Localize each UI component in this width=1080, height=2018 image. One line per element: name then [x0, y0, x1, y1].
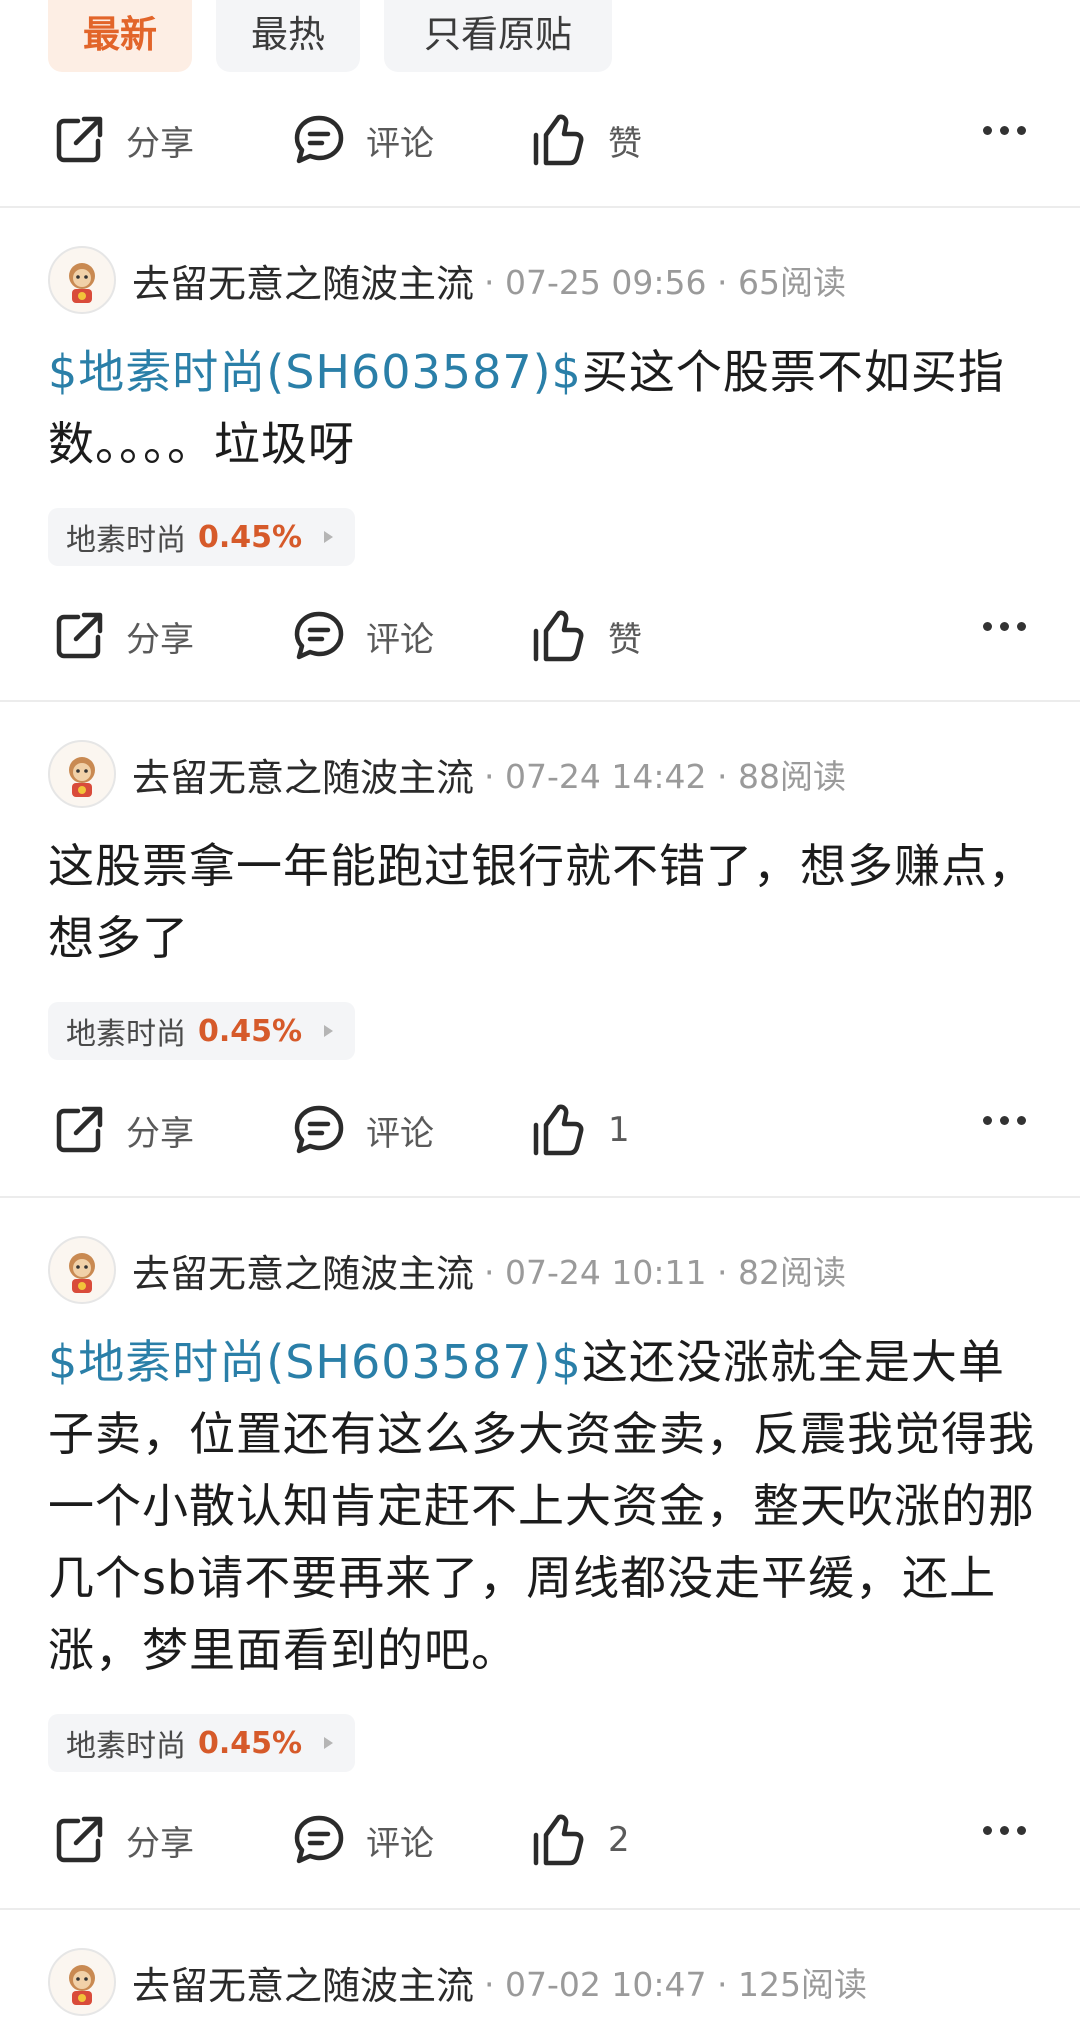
share-label: 分享	[126, 123, 194, 164]
action-bar: 分享 评论 1	[0, 1090, 1080, 1170]
play-arrow-icon	[324, 531, 334, 543]
divider	[0, 700, 1080, 702]
stock-link[interactable]: $地素时尚(SH603587)$	[48, 1335, 582, 1389]
comment-label: 评论	[366, 1113, 434, 1154]
comment-icon	[294, 115, 344, 164]
share-icon	[56, 1816, 103, 1863]
post-time: 07-25 09:56	[505, 263, 707, 302]
more-options-icon[interactable]	[983, 622, 1026, 631]
avatar[interactable]	[48, 740, 116, 808]
more-options-icon[interactable]	[983, 1116, 1026, 1125]
like-count: 赞	[608, 619, 642, 660]
share-label: 分享	[126, 1113, 194, 1154]
comment-label: 评论	[366, 123, 434, 164]
share-button[interactable]: 分享	[52, 596, 194, 676]
post-content: 这股票拿一年能跑过银行就不错了，想多赚点，想多了	[48, 830, 1038, 974]
share-button[interactable]: 分享	[52, 100, 194, 180]
play-arrow-icon	[324, 1025, 334, 1037]
stock-chip[interactable]: 地素时尚 0.45%	[48, 1714, 356, 1772]
read-count: 125阅读	[737, 1965, 867, 2004]
comment-button[interactable]: 评论	[292, 1090, 434, 1170]
more-options-icon[interactable]	[983, 1826, 1026, 1835]
username[interactable]: 去留无意之随波主流	[132, 1243, 474, 1298]
thumbs-up-icon	[533, 114, 584, 166]
avatar-image	[69, 263, 95, 303]
more-options-icon[interactable]	[983, 126, 1026, 135]
post-content: $地素时尚(SH603587)$这还没涨就全是大单子卖，位置还有这么多大资金卖，…	[48, 1326, 1038, 1686]
share-button[interactable]: 分享	[52, 1800, 194, 1880]
post-time: 07-24 14:42	[505, 757, 707, 796]
stock-name: 地素时尚	[66, 523, 186, 558]
thumbs-up-icon	[533, 610, 584, 662]
post-content: $地素时尚(SH603587)$买这个股票不如买指数。。。。垃圾呀	[48, 336, 1038, 480]
like-button[interactable]: 赞	[530, 596, 642, 676]
sort-tabs: 最新 最热 只看原贴	[0, 0, 1080, 80]
avatar-image	[69, 757, 95, 797]
stock-name: 地素时尚	[66, 1017, 186, 1052]
divider	[0, 1908, 1080, 1910]
play-arrow-icon	[324, 1737, 334, 1749]
like-count: 赞	[608, 123, 642, 164]
like-count: 1	[608, 1110, 630, 1150]
stock-chip[interactable]: 地素时尚 0.45%	[48, 508, 356, 566]
post-header: 去留无意之随波主流 · 07-24 14:42 · 88阅读	[48, 738, 846, 810]
username[interactable]: 去留无意之随波主流	[132, 253, 474, 308]
share-label: 分享	[126, 619, 194, 660]
stock-change: 0.45%	[198, 1725, 303, 1761]
post-header: 去留无意之随波主流 · 07-02 10:47 · 125阅读	[48, 1946, 867, 2018]
stock-name: 地素时尚	[66, 1729, 186, 1764]
comment-button[interactable]: 评论	[292, 100, 434, 180]
read-count: 65阅读	[737, 263, 846, 302]
tab-latest[interactable]: 最新	[48, 0, 192, 72]
divider	[0, 206, 1080, 208]
post-meta: · 07-25 09:56 · 65阅读	[484, 263, 846, 302]
stock-chip[interactable]: 地素时尚 0.45%	[48, 1002, 356, 1060]
like-button[interactable]: 赞	[530, 100, 642, 180]
comment-button[interactable]: 评论	[292, 1800, 434, 1880]
username[interactable]: 去留无意之随波主流	[132, 747, 474, 802]
read-count: 82阅读	[737, 1253, 846, 1292]
comment-button[interactable]: 评论	[292, 596, 434, 676]
post-meta: · 07-24 10:11 · 82阅读	[484, 1253, 846, 1292]
post-meta: · 07-02 10:47 · 125阅读	[484, 1965, 867, 2004]
avatar-image	[69, 1253, 95, 1293]
action-bar: 分享 评论 赞	[0, 596, 1080, 676]
stock-change: 0.45%	[198, 1013, 303, 1049]
post-header: 去留无意之随波主流 · 07-24 10:11 · 82阅读	[48, 1234, 846, 1306]
share-icon	[56, 1106, 103, 1153]
tab-original-only[interactable]: 只看原贴	[384, 0, 612, 72]
username[interactable]: 去留无意之随波主流	[132, 1955, 474, 2010]
post-text: 这股票拿一年能跑过银行就不错了，想多赚点，想多了	[48, 839, 1035, 965]
comment-icon	[294, 1815, 344, 1864]
tab-hottest[interactable]: 最热	[216, 0, 360, 72]
stock-change: 0.45%	[198, 519, 303, 555]
comment-label: 评论	[366, 619, 434, 660]
share-icon	[56, 116, 103, 163]
post-header: 去留无意之随波主流 · 07-25 09:56 · 65阅读	[48, 244, 846, 316]
thumbs-up-icon	[533, 1104, 584, 1156]
thumbs-up-icon	[533, 1814, 584, 1866]
like-count: 2	[608, 1820, 630, 1860]
post-time: 07-02 10:47	[505, 1965, 707, 2004]
comment-icon	[294, 611, 344, 660]
like-button[interactable]: 2	[530, 1800, 630, 1880]
read-count: 88阅读	[737, 757, 846, 796]
action-bar: 分享 评论 2	[0, 1800, 1080, 1880]
stock-link[interactable]: $地素时尚(SH603587)$	[48, 345, 582, 399]
divider	[0, 1196, 1080, 1198]
post-meta: · 07-24 14:42 · 88阅读	[484, 757, 846, 796]
share-button[interactable]: 分享	[52, 1090, 194, 1170]
avatar-image	[69, 1965, 95, 2005]
avatar[interactable]	[48, 1236, 116, 1304]
like-button[interactable]: 1	[530, 1090, 630, 1170]
action-bar: 分享 评论 赞	[0, 100, 1080, 180]
post-time: 07-24 10:11	[505, 1253, 707, 1292]
avatar[interactable]	[48, 1948, 116, 2016]
avatar[interactable]	[48, 246, 116, 314]
comment-icon	[294, 1105, 344, 1154]
share-label: 分享	[126, 1823, 194, 1864]
share-icon	[56, 612, 103, 659]
comment-label: 评论	[366, 1823, 434, 1864]
